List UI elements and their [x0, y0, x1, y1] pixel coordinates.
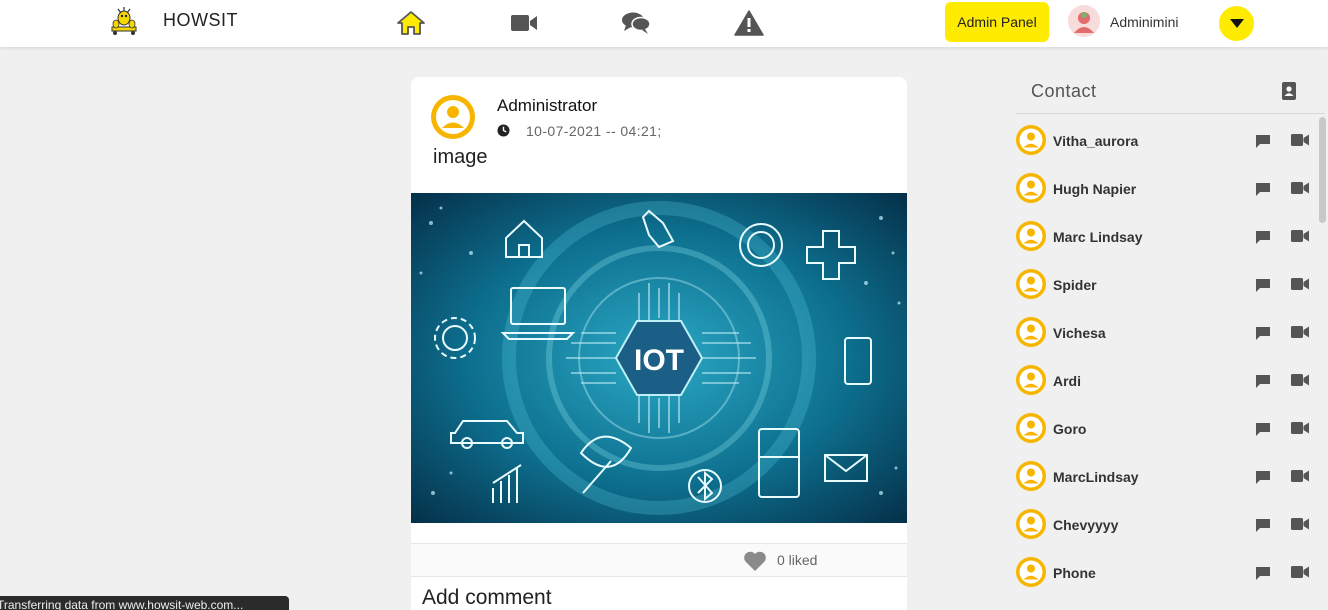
video-icon[interactable] — [508, 8, 540, 38]
contact-avatar[interactable] — [1016, 173, 1046, 203]
account-dropdown-button[interactable] — [1219, 6, 1254, 41]
video-icon[interactable] — [1291, 134, 1309, 146]
status-text: Transferring data from www.howsit-web.co… — [0, 598, 244, 610]
contact-name[interactable]: Spider — [1053, 277, 1097, 293]
contact-name[interactable]: Vichesa — [1053, 325, 1106, 341]
contact-avatar[interactable] — [1016, 461, 1046, 491]
chat-icon[interactable] — [1255, 326, 1271, 340]
heart-icon[interactable] — [743, 550, 767, 572]
contact-name[interactable]: MarcLindsay — [1053, 469, 1139, 485]
chat-icon[interactable] — [1255, 518, 1271, 532]
user-name[interactable]: Adminimini — [1110, 14, 1178, 30]
contact-name[interactable]: Vitha_aurora — [1053, 133, 1138, 149]
add-comment-field[interactable]: Add comment — [422, 586, 552, 610]
post-text: image — [433, 146, 488, 168]
howsit-logo[interactable] — [108, 5, 140, 37]
video-icon[interactable] — [1291, 566, 1309, 578]
like-count: 0 liked — [777, 552, 818, 568]
contact-name[interactable]: Marc Lindsay — [1053, 229, 1142, 245]
brand-name[interactable]: HOWSIT — [163, 10, 238, 31]
video-icon[interactable] — [1291, 278, 1309, 290]
contact-avatar[interactable] — [1016, 317, 1046, 347]
contact-header: Contact — [1016, 78, 1325, 114]
contact-scrollbar[interactable] — [1319, 117, 1326, 223]
contact-item[interactable]: MarcLindsay — [1016, 453, 1316, 501]
contact-name[interactable]: Ardi — [1053, 373, 1081, 389]
home-icon[interactable] — [395, 8, 427, 38]
contact-item[interactable]: Ardi — [1016, 357, 1316, 405]
author-avatar[interactable] — [431, 95, 475, 139]
post-author[interactable]: Administrator — [497, 96, 597, 116]
chat-icon[interactable] — [1255, 278, 1271, 292]
clock-icon — [497, 124, 510, 137]
contact-item[interactable]: Vitha_aurora — [1016, 117, 1316, 165]
user-avatar[interactable] — [1068, 5, 1100, 37]
contact-item[interactable]: Chevyyyy — [1016, 501, 1316, 549]
contact-name[interactable]: Chevyyyy — [1053, 517, 1118, 533]
contact-item[interactable]: Hugh Napier — [1016, 165, 1316, 213]
post-card: Administrator 10-07-2021 -- 04:21; image… — [411, 77, 907, 610]
chat-icon[interactable] — [1255, 470, 1271, 484]
chat-icon[interactable] — [1255, 182, 1271, 196]
contact-title: Contact — [1031, 81, 1097, 101]
contact-book-icon[interactable] — [1281, 82, 1297, 100]
chevron-down-icon — [1229, 19, 1244, 28]
contact-item[interactable]: Spider — [1016, 261, 1316, 309]
chat-icon[interactable] — [1255, 374, 1271, 388]
iot-label: IOT — [634, 344, 684, 377]
contact-avatar[interactable] — [1016, 365, 1046, 395]
video-icon[interactable] — [1291, 182, 1309, 194]
contact-name[interactable]: Hugh Napier — [1053, 181, 1136, 197]
contact-list: Vitha_aurora Hugh Napier Marc Lindsay Spide… — [1016, 117, 1316, 597]
video-icon[interactable] — [1291, 518, 1309, 530]
contact-avatar[interactable] — [1016, 221, 1046, 251]
contact-avatar[interactable] — [1016, 413, 1046, 443]
contact-avatar[interactable] — [1016, 125, 1046, 155]
chat-icon[interactable] — [1255, 422, 1271, 436]
status-bar: Transferring data from www.howsit-web.co… — [0, 596, 289, 610]
contact-avatar[interactable] — [1016, 509, 1046, 539]
contact-avatar[interactable] — [1016, 557, 1046, 587]
contact-item[interactable]: Phone — [1016, 549, 1316, 597]
contact-name[interactable]: Goro — [1053, 421, 1086, 437]
contact-avatar[interactable] — [1016, 269, 1046, 299]
chat-icon[interactable] — [620, 8, 652, 38]
contact-item[interactable]: Goro — [1016, 405, 1316, 453]
post-timestamp: 10-07-2021 -- 04:21; — [526, 123, 662, 139]
post-image[interactable]: IOT — [411, 193, 907, 523]
chat-icon[interactable] — [1255, 566, 1271, 580]
admin-panel-button[interactable]: Admin Panel — [945, 2, 1049, 42]
video-icon[interactable] — [1291, 374, 1309, 386]
contact-item[interactable]: Marc Lindsay — [1016, 213, 1316, 261]
video-icon[interactable] — [1291, 326, 1309, 338]
likes-bar: 0 liked — [411, 543, 907, 577]
chat-icon[interactable] — [1255, 230, 1271, 244]
contact-name[interactable]: Phone — [1053, 565, 1096, 581]
alert-icon[interactable] — [733, 8, 765, 38]
contact-item[interactable]: Vichesa — [1016, 309, 1316, 357]
video-icon[interactable] — [1291, 422, 1309, 434]
video-icon[interactable] — [1291, 470, 1309, 482]
chat-icon[interactable] — [1255, 134, 1271, 148]
video-icon[interactable] — [1291, 230, 1309, 242]
top-navbar: HOWSIT Admin Panel Adminimini — [0, 0, 1328, 47]
